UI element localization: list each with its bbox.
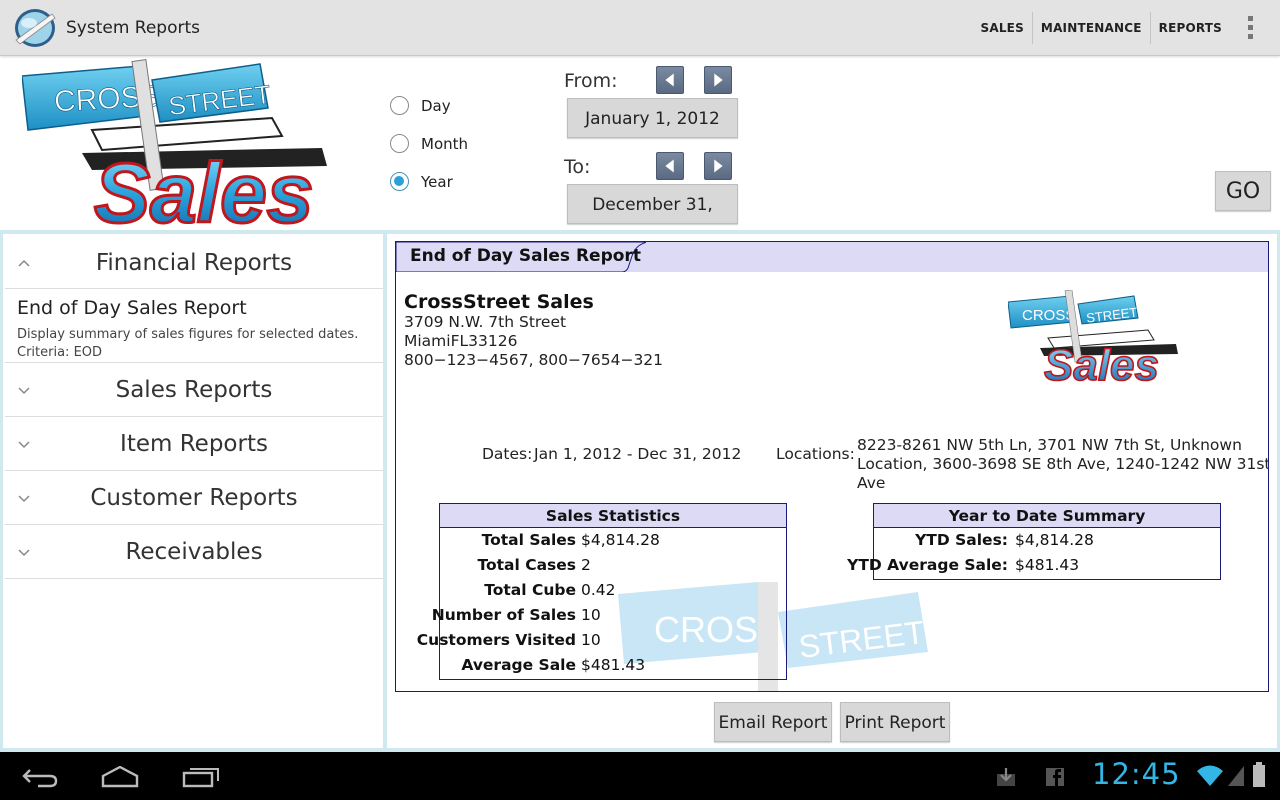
go-button[interactable]: GO: [1215, 171, 1271, 211]
radio-year[interactable]: Year: [390, 172, 453, 191]
stat-label: Customers Visited: [416, 631, 576, 649]
report-panel: End of Day Sales Report CROSS STREET Cro…: [395, 241, 1269, 692]
sidebar-item-label: Sales Reports: [115, 377, 273, 403]
radio-button[interactable]: [390, 96, 409, 115]
home-icon[interactable]: [101, 766, 139, 788]
address-line-2: MiamiFL33126: [404, 332, 518, 350]
battery-icon: [1253, 762, 1265, 787]
locations-label: Locations:: [776, 445, 855, 463]
chevron-down-icon: [18, 441, 30, 449]
report-company-logo: CROSS STREET Sales: [1008, 290, 1178, 382]
crossstreet-sales-logo: CROSS STREET Sales: [22, 59, 327, 228]
top-menu: SALES MAINTENANCE REPORTS: [973, 12, 1231, 44]
table-row: Total Cube 0.42: [440, 578, 786, 603]
ytd-summary-table: Year to Date Summary YTD Sales: $4,814.28…: [847, 503, 1221, 580]
stat-label: Total Sales: [481, 531, 576, 549]
stat-label: Number of Sales: [431, 606, 576, 624]
recent-apps-icon[interactable]: [182, 766, 220, 788]
facebook-icon: [1046, 768, 1064, 786]
small-logo-sales: Sales: [1044, 341, 1159, 382]
address-phone: 800−123−4567, 800−7654−321: [404, 351, 664, 369]
stat-label: Average Sale: [461, 656, 576, 674]
sidebar-item-label: Receivables: [125, 539, 263, 565]
small-logo-cross: CROSS: [1022, 307, 1075, 324]
radio-day[interactable]: Day: [390, 96, 451, 115]
email-report-button[interactable]: Email Report: [714, 702, 832, 742]
radio-button[interactable]: [390, 134, 409, 153]
table-row: Total Cases 2: [440, 553, 786, 578]
table-row: YTD Sales: $4,814.28: [874, 528, 1220, 553]
chevron-down-icon: [18, 387, 30, 395]
overflow-menu-icon[interactable]: [1248, 16, 1254, 40]
from-label: From:: [564, 70, 618, 92]
sidebar-item-customer-reports[interactable]: Customer Reports: [5, 471, 383, 525]
report-tab-title: End of Day Sales Report: [410, 246, 641, 266]
dates-label: Dates:: [482, 445, 533, 463]
chevron-down-icon: [18, 495, 30, 503]
app-title: System Reports: [66, 18, 201, 38]
stat-value: 10: [581, 606, 601, 624]
stat-value: 2: [581, 556, 591, 574]
to-label: To:: [564, 156, 591, 178]
stat-value: $481.43: [1015, 556, 1080, 574]
signal-icon: [1228, 766, 1244, 786]
sales-statistics-table: Sales Statistics Total Sales $4,814.28 To…: [417, 503, 787, 680]
company-name: CrossStreet Sales: [404, 291, 594, 313]
ytd-summary-title: Year to Date Summary: [874, 504, 1220, 528]
table-row: YTD Average Sale: $481.43: [847, 553, 1220, 578]
back-icon[interactable]: [22, 766, 58, 788]
stat-value: 10: [581, 631, 601, 649]
table-row: Total Sales $4,814.28: [440, 528, 786, 553]
locations-value: 8223-8261 NW 5th Ln, 3701 NW 7th St, Unk…: [857, 436, 1269, 492]
table-row: Average Sale $481.43: [440, 653, 786, 678]
sidebar-item-label: Financial Reports: [95, 250, 293, 276]
from-prev-arrow-icon[interactable]: [656, 66, 684, 94]
address-line-1: 3709 N.W. 7th Street: [404, 313, 567, 331]
clock: 12:45: [1092, 757, 1181, 791]
stat-label: Total Cases: [477, 556, 576, 574]
radio-label: Day: [421, 96, 451, 115]
dates-value: Jan 1, 2012 - Dec 31, 2012: [534, 445, 742, 463]
table-row: Number of Sales 10: [432, 603, 786, 628]
stat-value: 0.42: [581, 581, 616, 599]
to-date-button[interactable]: December 31, 2012: [567, 184, 738, 255]
stat-value: $481.43: [581, 656, 646, 674]
from-date-button[interactable]: January 1, 2012: [567, 98, 738, 138]
print-report-button[interactable]: Print Report: [840, 702, 950, 742]
logo-sales-text: Sales: [94, 146, 314, 228]
wifi-icon: [1197, 765, 1223, 786]
from-next-arrow-icon[interactable]: [704, 66, 732, 94]
stat-label: Total Cube: [484, 581, 576, 599]
menu-reports[interactable]: REPORTS: [1149, 12, 1230, 44]
to-next-arrow-icon[interactable]: [704, 152, 732, 180]
sidebar-item-label: Customer Reports: [90, 485, 298, 511]
stat-value: $4,814.28: [581, 531, 660, 549]
action-bar: System Reports SALES MAINTENANCE REPORTS: [0, 0, 1280, 56]
chevron-down-icon: [18, 549, 30, 557]
sidebar-item-label: Item Reports: [120, 431, 268, 457]
menu-maintenance[interactable]: MAINTENANCE: [1031, 12, 1150, 44]
sidebar-item-item-reports[interactable]: Item Reports: [5, 417, 383, 471]
to-prev-arrow-icon[interactable]: [656, 152, 684, 180]
app-logo-icon[interactable]: [12, 6, 58, 50]
sidebar-subitem-divider: [5, 289, 383, 363]
radio-label: Month: [421, 134, 469, 153]
radio-month[interactable]: Month: [390, 134, 468, 153]
sidebar-item-financial-reports[interactable]: Financial Reports: [5, 237, 383, 289]
stat-label: YTD Sales:: [915, 531, 1008, 549]
sales-statistics-title: Sales Statistics: [440, 504, 786, 528]
table-row: Customers Visited 10: [417, 628, 786, 653]
sidebar-item-sales-reports[interactable]: Sales Reports: [5, 363, 383, 417]
stat-value: $4,814.28: [1015, 531, 1094, 549]
chevron-up-icon: [18, 259, 30, 267]
radio-button-selected[interactable]: [390, 172, 409, 191]
stat-label: YTD Average Sale:: [847, 556, 1008, 574]
menu-sales[interactable]: SALES: [973, 12, 1032, 44]
download-icon: [997, 768, 1015, 786]
radio-label: Year: [421, 172, 453, 191]
sidebar-item-receivables[interactable]: Receivables: [5, 525, 383, 579]
